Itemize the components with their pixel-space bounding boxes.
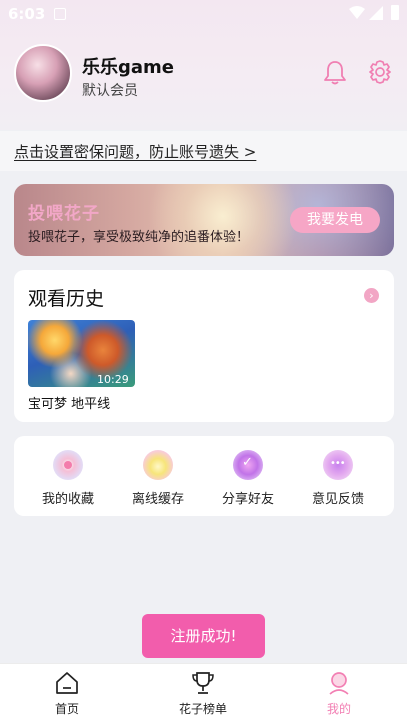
offline-cache-button[interactable]: 离线缓存 <box>113 450 203 507</box>
profile-icon <box>329 672 349 695</box>
chevron-right-icon[interactable]: › <box>364 288 379 303</box>
status-bar: 6:03 <box>0 0 407 28</box>
member-level: 默认会员 <box>82 83 138 99</box>
feedback-label: 意见反馈 <box>311 492 364 507</box>
sim-icon <box>54 8 66 20</box>
username: 乐乐game <box>82 57 174 78</box>
favorites-label: 我的收藏 <box>41 492 94 507</box>
video-title[interactable]: 宝可梦 地平线 <box>28 393 110 412</box>
nav-home[interactable]: 首页 <box>27 670 107 717</box>
feedback-button[interactable]: 意见反馈 <box>293 450 383 507</box>
bell-icon[interactable] <box>323 60 347 86</box>
donate-button[interactable]: 我要发电 <box>290 207 380 233</box>
nav-ranking-label: 花子榜单 <box>178 702 227 716</box>
feedback-icon <box>323 450 353 480</box>
favorites-button[interactable]: 我的收藏 <box>23 450 113 507</box>
battery-icon <box>391 5 399 20</box>
status-time: 6:03 <box>8 5 46 23</box>
wifi-icon <box>349 6 365 19</box>
nav-profile[interactable]: 我的 <box>299 670 379 717</box>
offline-cache-label: 离线缓存 <box>131 492 184 507</box>
offline-cache-icon <box>143 450 173 480</box>
nav-profile-label: 我的 <box>326 702 351 716</box>
nav-ranking[interactable]: 花子榜单 <box>163 670 243 717</box>
banner-subtitle: 投喂花子，享受极致纯净的追番体验！ <box>28 230 250 245</box>
nav-home-label: 首页 <box>54 702 79 716</box>
watch-history-title: 观看历史 <box>28 288 105 310</box>
security-notice-link[interactable]: 点击设置密保问题，防止账号遗失 > <box>14 141 256 162</box>
video-progress-time: 10:29 <box>97 373 129 386</box>
home-icon <box>56 672 78 694</box>
gear-icon[interactable] <box>367 59 393 85</box>
favorite-icon <box>53 450 83 480</box>
banner-title: 投喂花子 <box>28 204 100 224</box>
share-icon <box>233 450 263 480</box>
signal-icon <box>369 6 383 20</box>
share-button[interactable]: 分享好友 <box>203 450 293 507</box>
trophy-icon <box>192 672 214 694</box>
share-label: 分享好友 <box>221 492 274 507</box>
avatar[interactable] <box>14 44 72 102</box>
toast-message: 注册成功! <box>142 614 265 658</box>
